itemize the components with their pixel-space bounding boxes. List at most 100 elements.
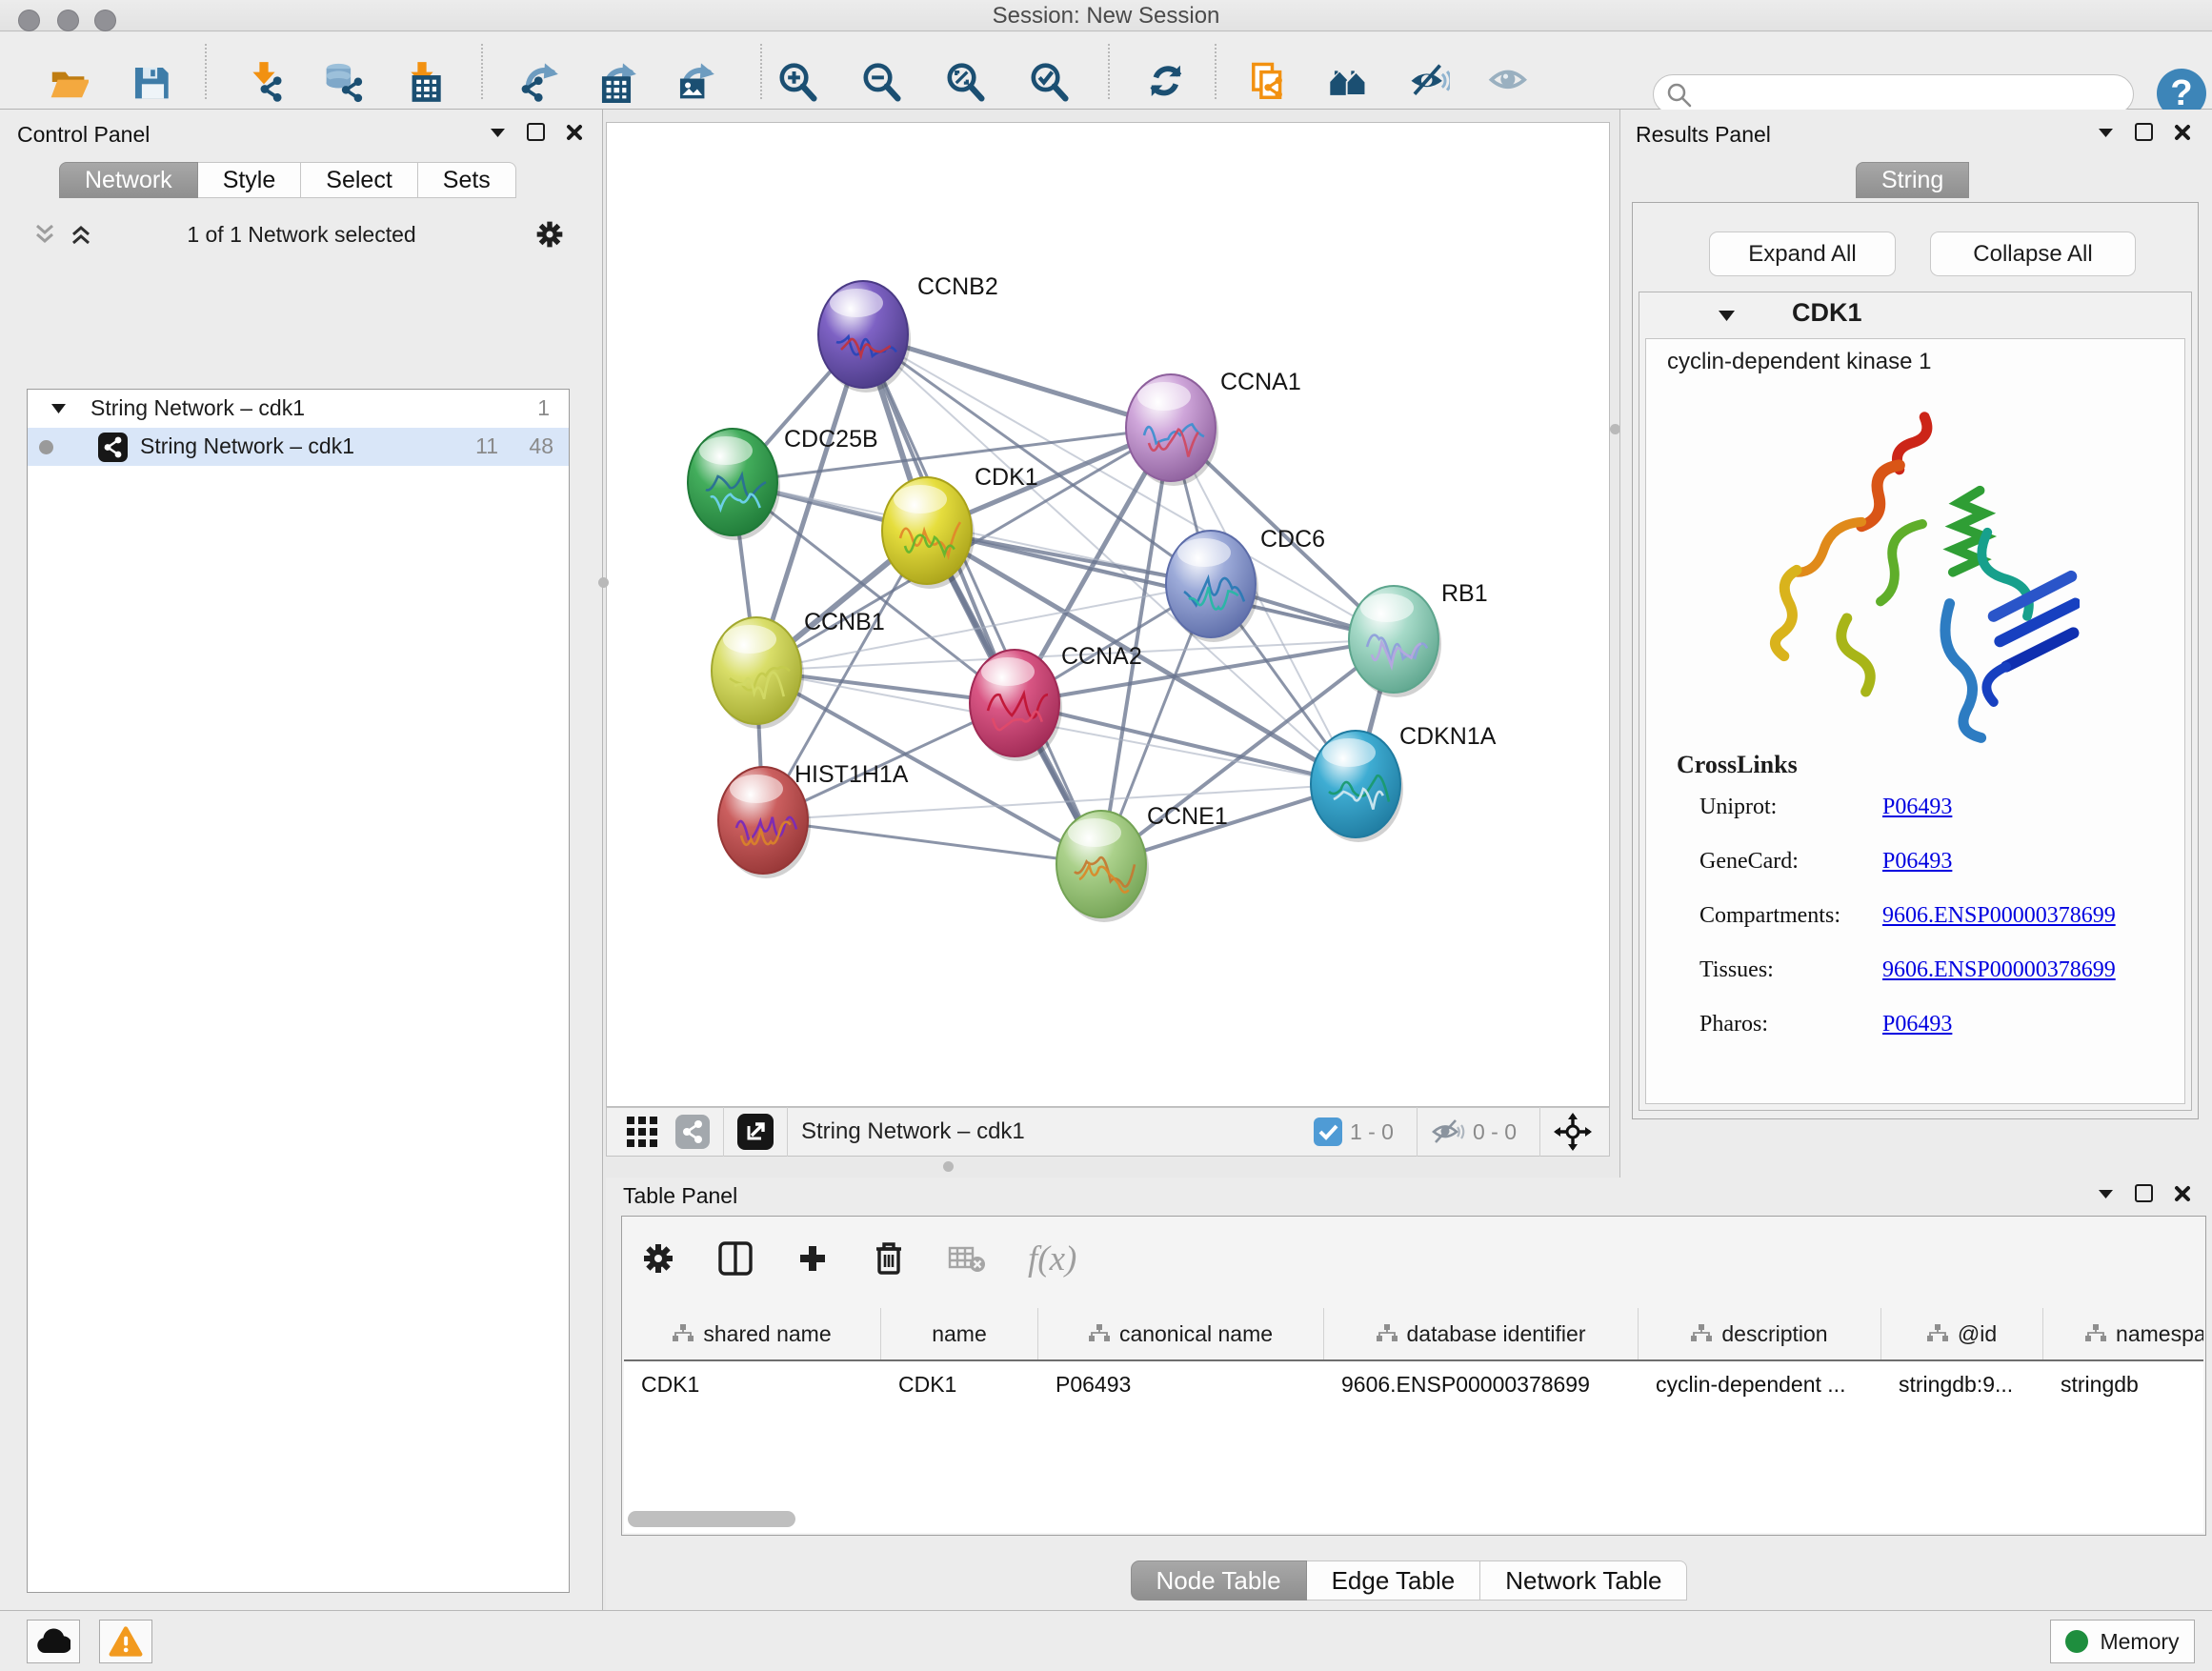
- column-header-label: canonical name: [1119, 1321, 1273, 1347]
- node-CCNA2[interactable]: [970, 650, 1062, 761]
- crosslink-link[interactable]: P06493: [1882, 849, 1952, 875]
- tab-edge-table[interactable]: Edge Table: [1307, 1560, 1481, 1601]
- network-canvas[interactable]: CCNB2CCNA1CDC25BCDK1CDC6RB1CCNB1CCNA2CDK…: [606, 122, 1610, 1107]
- open-external-icon[interactable]: [737, 1114, 774, 1150]
- protein-collapse-icon[interactable]: [1718, 309, 1736, 322]
- birdseye-grid-icon[interactable]: [626, 1116, 658, 1148]
- table-panel-title: Table Panel: [623, 1183, 737, 1209]
- table-cell[interactable]: stringdb:9...: [1881, 1361, 2043, 1407]
- node-CCNB2[interactable]: [818, 281, 911, 393]
- table-panel-menu-icon[interactable]: [2098, 1188, 2114, 1199]
- column-header-database-identifier[interactable]: database identifier: [1324, 1308, 1639, 1359]
- hidden-node-edge-count: 0 - 0: [1473, 1119, 1517, 1145]
- crosslink-label: Compartments:: [1699, 903, 1840, 929]
- splitter-handle[interactable]: [943, 1161, 954, 1172]
- import-table-button[interactable]: [397, 57, 447, 107]
- node-CCNB1[interactable]: [712, 617, 804, 729]
- export-network-button[interactable]: [513, 57, 563, 107]
- table-horizontal-scrollbar[interactable]: [628, 1511, 795, 1527]
- column-header-name[interactable]: name: [881, 1308, 1038, 1359]
- zoom-out-button[interactable]: [856, 57, 906, 107]
- crosslink-label: GeneCard:: [1699, 849, 1799, 875]
- crosslink-link[interactable]: P06493: [1882, 795, 1952, 820]
- table-panel-close-button[interactable]: [2174, 1185, 2191, 1202]
- table-tabs: Node TableEdge TableNetwork Table: [606, 1560, 2212, 1601]
- tab-network-table[interactable]: Network Table: [1480, 1560, 1687, 1601]
- node-RB1[interactable]: [1349, 586, 1441, 697]
- cloud-button[interactable]: [27, 1620, 80, 1663]
- table-panel-float-button[interactable]: [2135, 1184, 2153, 1202]
- export-table-button[interactable]: [592, 57, 641, 107]
- control-panel-menu-icon[interactable]: [490, 127, 506, 138]
- control-panel-float-button[interactable]: [527, 123, 545, 141]
- table-cell[interactable]: CDK1: [624, 1361, 881, 1407]
- table-cell[interactable]: 9606.ENSP00000378699: [1324, 1361, 1639, 1407]
- crosslink-link[interactable]: 9606.ENSP00000378699: [1882, 903, 2116, 929]
- houses-button[interactable]: [1324, 57, 1374, 107]
- import-network-from-database-button[interactable]: [318, 57, 368, 107]
- node-CDC6[interactable]: [1166, 531, 1258, 642]
- control-panel-close-button[interactable]: [566, 124, 583, 141]
- delete-column-icon[interactable]: [872, 1240, 906, 1277]
- status-bar: Memory: [0, 1610, 2212, 1671]
- search-input[interactable]: [1653, 74, 2134, 114]
- results-panel-close-button[interactable]: [2174, 124, 2191, 141]
- table-cell[interactable]: cyclin-dependent ...: [1639, 1361, 1881, 1407]
- string-results-container: Expand All Collapse All CDK1 cyclin-depe…: [1632, 202, 2199, 1119]
- column-header-canonical-name[interactable]: canonical name: [1038, 1308, 1324, 1359]
- crosslink-link[interactable]: P06493: [1882, 1012, 1952, 1037]
- tab-sets[interactable]: Sets: [418, 162, 516, 198]
- results-panel-menu-icon[interactable]: [2098, 127, 2114, 138]
- zoom-selected-button[interactable]: [1024, 57, 1074, 107]
- tab-network[interactable]: Network: [59, 162, 198, 198]
- tab-style[interactable]: Style: [198, 162, 302, 198]
- network-options-gear-icon[interactable]: [534, 219, 565, 250]
- refresh-network-button[interactable]: [1142, 57, 1192, 107]
- string-share-icon[interactable]: [675, 1115, 710, 1149]
- collapse-all-button[interactable]: Collapse All: [1930, 232, 2136, 276]
- save-session-button[interactable]: [125, 57, 174, 107]
- hide-selected-button[interactable]: [1404, 57, 1454, 107]
- zoom-fit-button[interactable]: [940, 57, 990, 107]
- zoom-in-button[interactable]: [773, 57, 822, 107]
- warnings-button[interactable]: [99, 1620, 152, 1663]
- network-status-dot: [39, 440, 53, 454]
- import-network-button[interactable]: [239, 57, 289, 107]
- add-column-icon[interactable]: [795, 1241, 830, 1276]
- tab-string[interactable]: String: [1856, 162, 1969, 198]
- duplicate-network-button[interactable]: [1244, 57, 1294, 107]
- node-CCNA1[interactable]: [1126, 374, 1218, 486]
- column-header--id[interactable]: @id: [1881, 1308, 2043, 1359]
- selected-checkbox-icon[interactable]: [1314, 1117, 1342, 1146]
- table-cell[interactable]: CDK1: [881, 1361, 1038, 1407]
- select-columns-icon[interactable]: [717, 1240, 754, 1277]
- splitter-handle[interactable]: [598, 577, 609, 588]
- node-CDK1[interactable]: [882, 477, 975, 589]
- node-CCNE1[interactable]: [1056, 811, 1149, 922]
- table-cell[interactable]: stringdb: [2043, 1361, 2203, 1407]
- expand-all-button[interactable]: Expand All: [1709, 232, 1896, 276]
- edge-HIST1H1A-CCNE1[interactable]: [763, 820, 1101, 864]
- open-session-button[interactable]: [43, 57, 92, 107]
- column-header-namespace[interactable]: namespace: [2043, 1308, 2203, 1359]
- memory-button[interactable]: Memory: [2050, 1620, 2195, 1663]
- column-header-shared-name[interactable]: shared name: [624, 1308, 881, 1359]
- column-header-description[interactable]: description: [1639, 1308, 1881, 1359]
- tab-select[interactable]: Select: [301, 162, 417, 198]
- table-cell[interactable]: P06493: [1038, 1361, 1324, 1407]
- network-collection-row[interactable]: String Network – cdk1 1: [28, 390, 569, 428]
- export-image-button[interactable]: [670, 57, 719, 107]
- node-CDKN1A[interactable]: [1311, 731, 1403, 842]
- node-label-CDKN1A: CDKN1A: [1399, 723, 1497, 750]
- table-row[interactable]: CDK1CDK1P064939606.ENSP00000378699cyclin…: [624, 1361, 2203, 1407]
- network-row[interactable]: String Network – cdk1 11 48: [28, 428, 569, 466]
- crosslink-link[interactable]: 9606.ENSP00000378699: [1882, 957, 2116, 983]
- results-panel-float-button[interactable]: [2135, 123, 2153, 141]
- table-gear-icon[interactable]: [641, 1241, 675, 1276]
- fit-selected-crosshair-icon[interactable]: [1554, 1113, 1592, 1151]
- collection-expand-icon[interactable]: [50, 402, 67, 414]
- hidden-eye-icon[interactable]: [1431, 1117, 1465, 1146]
- tab-node-table[interactable]: Node Table: [1131, 1560, 1307, 1601]
- column-header-label: name: [932, 1321, 987, 1347]
- show-all-button[interactable]: [1484, 57, 1534, 107]
